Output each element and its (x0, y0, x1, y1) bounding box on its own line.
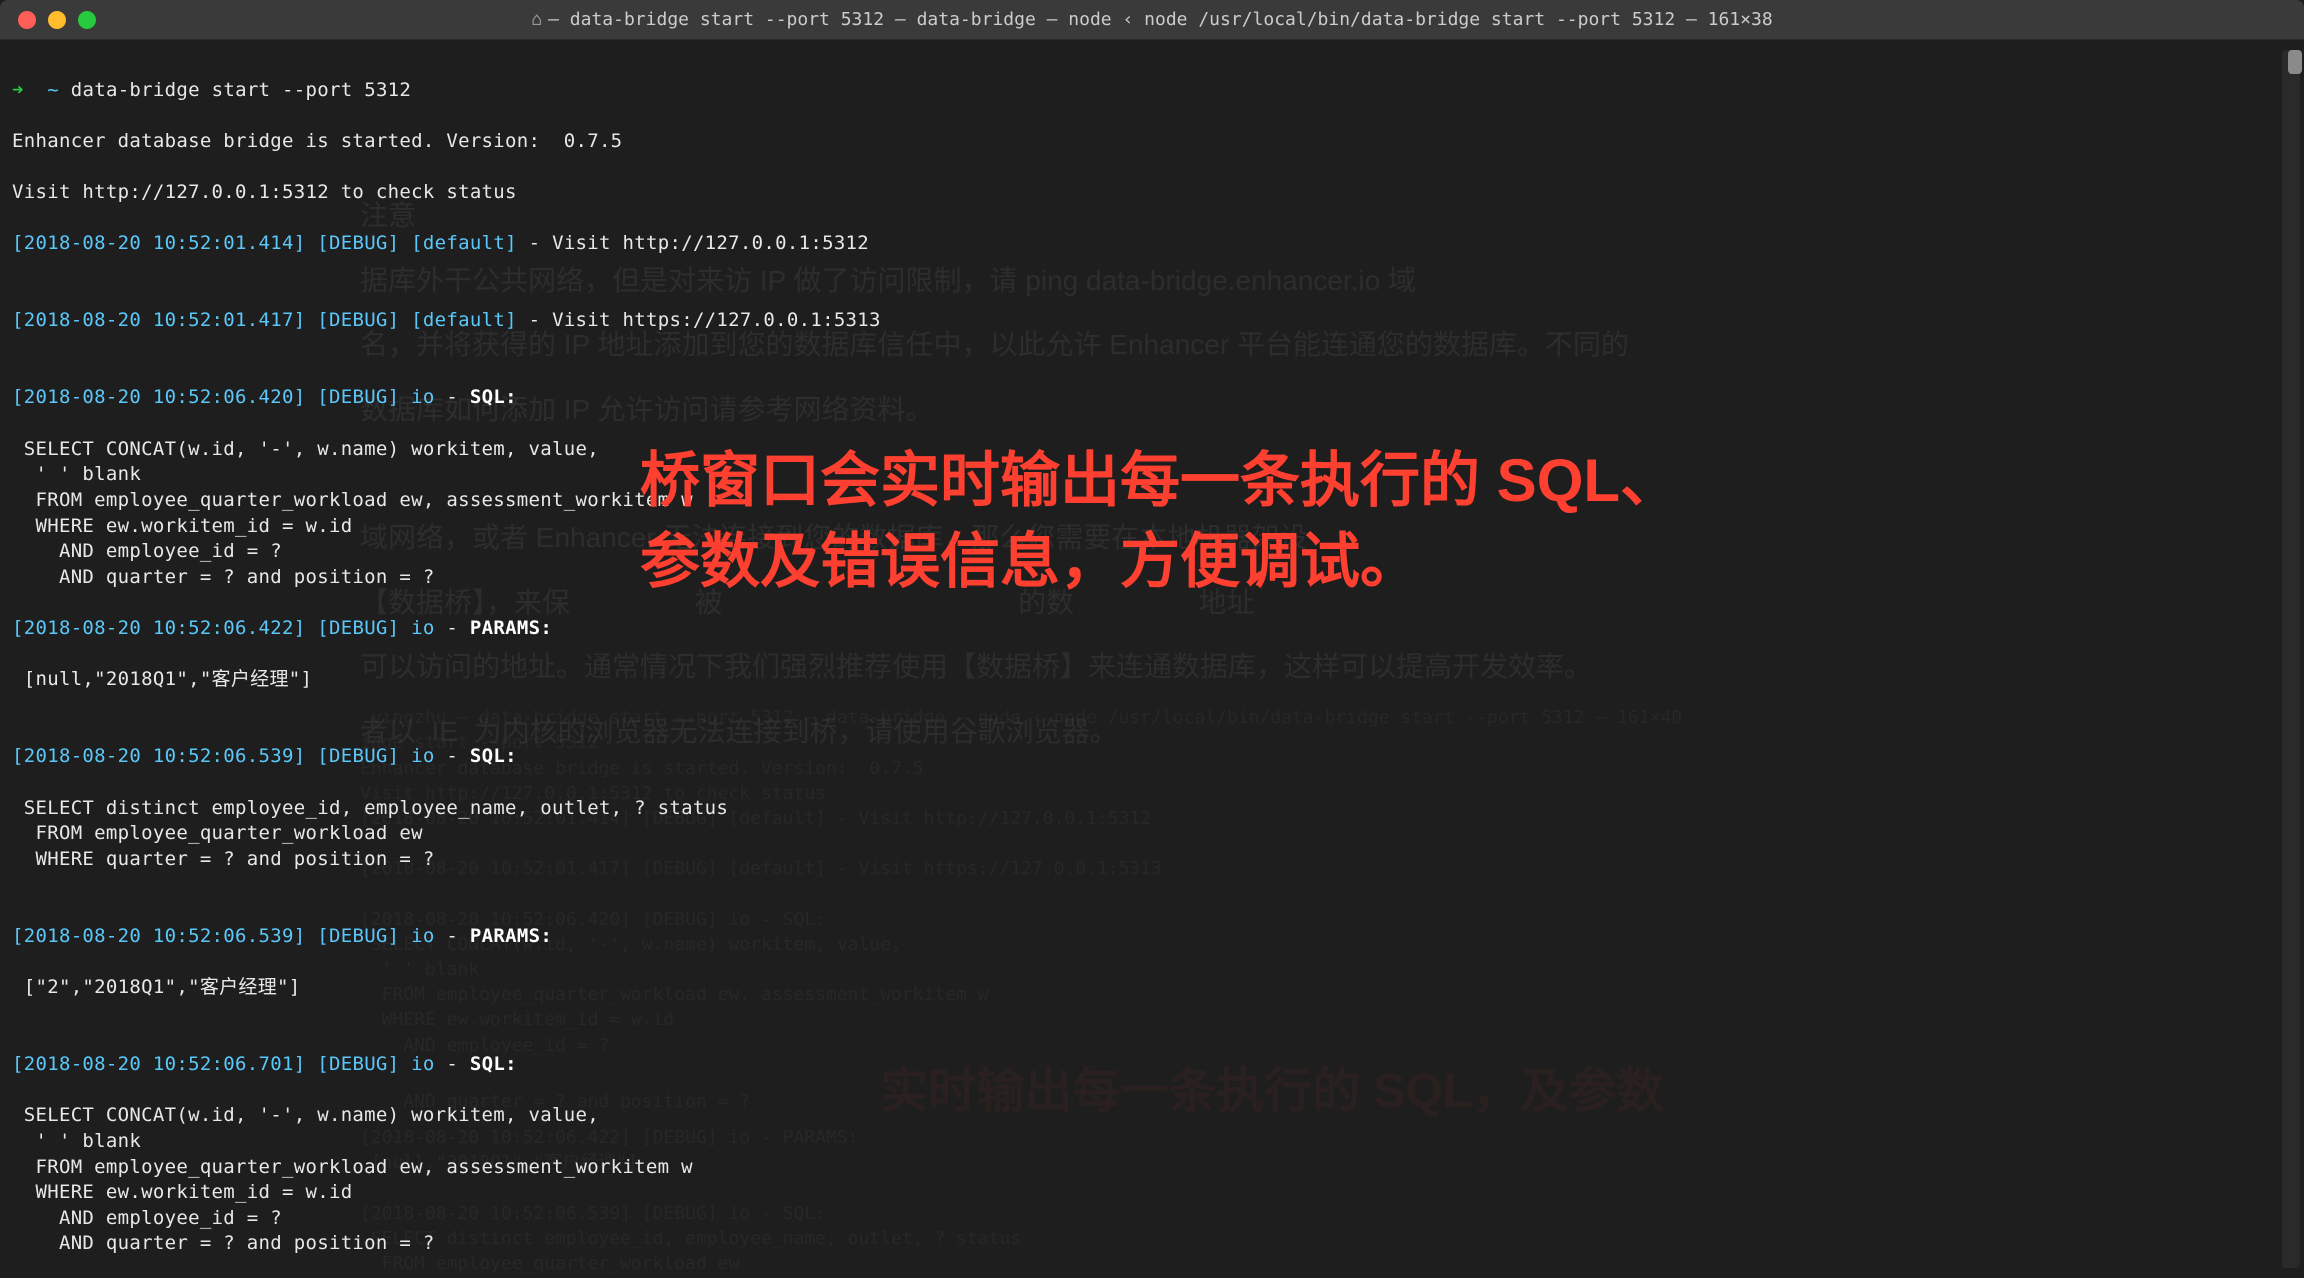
home-icon: ⌂ (531, 9, 542, 30)
prompt-arrow-icon: ➜ (12, 79, 24, 101)
sql-label: SQL: (470, 386, 517, 408)
log-entry: [2018-08-20 10:52:06.539] [DEBUG] io - P… (12, 924, 2292, 950)
log-entry: [2018-08-20 10:52:06.420] [DEBUG] io - S… (12, 385, 2292, 411)
log-entry: [2018-08-20 10:52:06.701] [DEBUG] io - S… (12, 1052, 2292, 1078)
sql-body: SELECT CONCAT(w.id, '-', w.name) workite… (12, 437, 2292, 591)
sql-body: SELECT distinct employee_id, employee_na… (12, 796, 2292, 873)
log-level: [DEBUG] (317, 1053, 399, 1075)
window-titlebar[interactable]: ⌂ — data-bridge start --port 5312 — data-… (0, 0, 2304, 40)
command-text: data-bridge start --port 5312 (71, 79, 411, 101)
log-level: [DEBUG] (317, 309, 399, 331)
log-message: Visit http://127.0.0.1:5312 (552, 232, 869, 254)
log-tag: [default] (411, 232, 517, 254)
startup-line-2: Visit http://127.0.0.1:5312 to check sta… (12, 180, 2292, 206)
terminal-window: ⌂ — data-bridge start --port 5312 — data-… (0, 0, 2304, 1278)
terminal-body[interactable]: ➜ ~ data-bridge start --port 5312 Enhanc… (0, 40, 2304, 1278)
log-tag: io (411, 617, 434, 639)
scrollbar-track[interactable] (2282, 50, 2300, 1268)
window-title-text: — data-bridge start --port 5312 — data-b… (548, 9, 1773, 30)
prompt-line: ➜ ~ data-bridge start --port 5312 (12, 78, 2292, 104)
window-title: ⌂ — data-bridge start --port 5312 — data-… (531, 7, 1772, 32)
prompt-cwd: ~ (47, 79, 59, 101)
log-level: [DEBUG] (317, 232, 399, 254)
sql-body: SELECT CONCAT(w.id, '-', w.name) workite… (12, 1103, 2292, 1257)
log-tag: io (411, 1053, 434, 1075)
params-body: ["2","2018Q1","客户经理"] (12, 975, 2292, 1001)
log-tag: io (411, 386, 434, 408)
log-tag: io (411, 925, 434, 947)
log-level: [DEBUG] (317, 925, 399, 947)
sql-label: SQL: (470, 1053, 517, 1075)
close-button[interactable] (18, 11, 36, 29)
sql-label: SQL: (470, 745, 517, 767)
traffic-lights (18, 11, 96, 29)
maximize-button[interactable] (78, 11, 96, 29)
log-entry: [2018-08-20 10:52:01.414] [DEBUG] [defau… (12, 231, 2292, 257)
log-tag: [default] (411, 309, 517, 331)
log-entry: [2018-08-20 10:52:06.539] [DEBUG] io - S… (12, 744, 2292, 770)
startup-line-1: Enhancer database bridge is started. Ver… (12, 129, 2292, 155)
scrollbar-thumb[interactable] (2288, 50, 2302, 74)
log-entry: [2018-08-20 10:52:01.417] [DEBUG] [defau… (12, 308, 2292, 334)
minimize-button[interactable] (48, 11, 66, 29)
log-level: [DEBUG] (317, 617, 399, 639)
params-label: PARAMS: (470, 925, 552, 947)
log-entry: [2018-08-20 10:52:06.422] [DEBUG] io - P… (12, 616, 2292, 642)
log-message: Visit https://127.0.0.1:5313 (552, 309, 881, 331)
timestamp: [2018-08-20 10:52:06.701] (12, 1053, 305, 1075)
timestamp: [2018-08-20 10:52:06.422] (12, 617, 305, 639)
timestamp: [2018-08-20 10:52:06.420] (12, 386, 305, 408)
params-body: [null,"2018Q1","客户经理"] (12, 667, 2292, 693)
log-level: [DEBUG] (317, 745, 399, 767)
timestamp: [2018-08-20 10:52:01.414] (12, 232, 305, 254)
timestamp: [2018-08-20 10:52:06.539] (12, 745, 305, 767)
timestamp: [2018-08-20 10:52:06.539] (12, 925, 305, 947)
log-tag: io (411, 745, 434, 767)
timestamp: [2018-08-20 10:52:01.417] (12, 309, 305, 331)
params-label: PARAMS: (470, 617, 552, 639)
log-level: [DEBUG] (317, 386, 399, 408)
